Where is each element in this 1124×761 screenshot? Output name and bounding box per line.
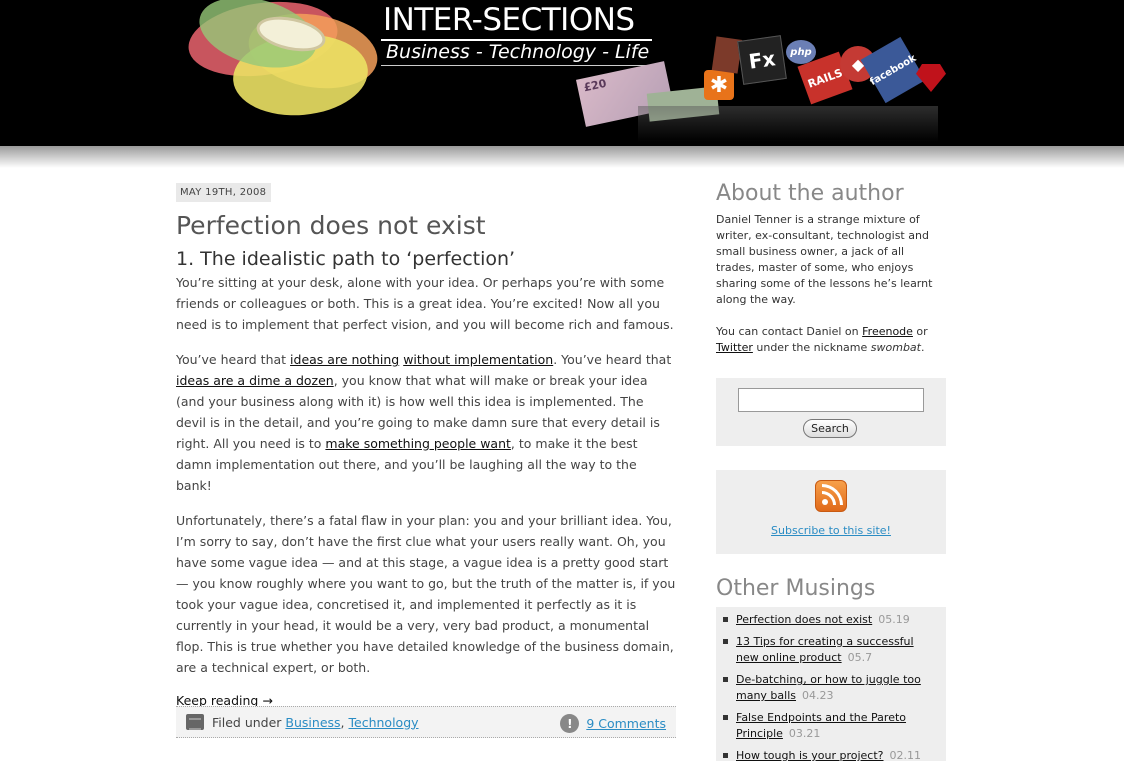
fx-tile-icon: Fx	[737, 35, 787, 85]
header-collage: £20 ✱ Fx php RAILS ◆ facebook	[575, 20, 948, 148]
without-implementation-link[interactable]: without implementation	[403, 352, 553, 367]
header-shadow	[0, 146, 1124, 168]
post-paragraph: You’ve heard that ideas are nothing with…	[176, 349, 676, 496]
contact-text-part: under the nickname	[752, 341, 871, 354]
post-date: MAY 19TH, 2008	[176, 183, 272, 202]
other-musings-widget: Other Musings Perfection does not exist 0…	[716, 575, 946, 761]
musing-date: 04.23	[802, 689, 834, 702]
list-item: Perfection does not exist 05.19	[716, 610, 946, 632]
sidebar: About the author Daniel Tenner is a stra…	[716, 180, 946, 356]
post-categories: Filed under Business , Technology	[186, 714, 419, 730]
category-technology-link[interactable]: Technology	[349, 715, 419, 730]
facebook-tile-icon: facebook	[860, 36, 926, 104]
musings-list: Perfection does not exist 05.19 13 Tips f…	[716, 607, 946, 761]
list-item: How tough is your project? 02.11	[716, 746, 946, 761]
musing-link[interactable]: 13 Tips for creating a successful new on…	[736, 635, 914, 664]
nickname: swombat	[870, 341, 921, 354]
post-title[interactable]: Perfection does not exist	[176, 211, 676, 241]
comment-icon: !	[560, 714, 580, 733]
paragraph-text: You’ve heard that	[176, 352, 291, 367]
post-comments: ! 9 Comments	[560, 714, 666, 733]
list-item: False Endpoints and the Pareto Principle…	[716, 708, 946, 746]
freenode-link[interactable]: Freenode	[862, 325, 913, 338]
subscribe-widget: Subscribe to this site!	[716, 470, 946, 554]
about-text: Daniel Tenner is a strange mixture of wr…	[716, 213, 933, 306]
category-separator: ,	[340, 714, 349, 730]
post-article: MAY 19TH, 2008 Perfection does not exist…	[176, 180, 676, 708]
search-input[interactable]	[738, 388, 924, 412]
asterisk-tile-icon: ✱	[704, 70, 734, 100]
list-item: De-batching, or how to juggle too many b…	[716, 670, 946, 708]
contact-text-part: or	[912, 325, 928, 338]
fx-label: Fx	[747, 46, 777, 74]
musing-date: 05.19	[878, 613, 910, 626]
site-logo[interactable]	[183, 0, 384, 121]
about-heading: About the author	[716, 181, 904, 206]
search-widget: Search	[716, 378, 946, 446]
facebook-label: facebook	[868, 52, 918, 88]
musing-date: 03.21	[788, 727, 821, 740]
twitter-link[interactable]: Twitter	[716, 341, 753, 354]
paragraph-text: . You’ve heard that	[553, 352, 672, 367]
collage-reflection	[638, 106, 938, 142]
subscribe-link[interactable]: Subscribe to this site!	[716, 524, 946, 537]
dime-a-dozen-link[interactable]: ideas are a dime a dozen	[176, 373, 334, 388]
post-paragraph: You’re sitting at your desk, alone with …	[176, 275, 674, 332]
list-item: 13 Tips for creating a successful new on…	[716, 632, 946, 670]
comments-link[interactable]: 9 Comments	[586, 716, 666, 731]
contact-text-part: .	[921, 341, 925, 354]
php-label: php	[790, 46, 812, 58]
rails-label: RAILS	[805, 65, 845, 91]
musing-date: 05.7	[847, 651, 873, 664]
site-header: INTER-SECTIONS Business - Technology - L…	[0, 0, 1124, 148]
post-paragraph: Unfortunately, there’s a fatal flaw in y…	[176, 513, 676, 675]
rss-feed-icon[interactable]	[815, 480, 847, 512]
post-subheading: 1. The idealistic path to ‘perfection’	[176, 248, 516, 270]
musing-link[interactable]: How tough is your project?	[736, 749, 884, 761]
filed-under-label: Filed under	[212, 714, 286, 730]
musing-link[interactable]: Perfection does not exist	[736, 613, 872, 626]
post-meta-bar: Filed under Business , Technology ! 9 Co…	[176, 706, 676, 738]
search-button[interactable]: Search	[803, 419, 857, 438]
ideas-are-nothing-link[interactable]: ideas are nothing	[290, 352, 399, 367]
musings-heading: Other Musings	[716, 576, 876, 601]
musing-link[interactable]: False Endpoints and the Pareto Principle	[736, 711, 906, 740]
banknote-label: £20	[582, 76, 608, 95]
make-something-people-want-link[interactable]: make something people want	[325, 436, 511, 451]
contact-text-part: You can contact Daniel on	[716, 325, 863, 338]
contact-text: You can contact Daniel on Freenode or Tw…	[716, 324, 946, 356]
category-business-link[interactable]: Business	[285, 715, 340, 730]
musing-date: 02.11	[889, 749, 922, 761]
folder-icon	[186, 714, 204, 730]
ruby-gem-icon	[916, 64, 946, 92]
